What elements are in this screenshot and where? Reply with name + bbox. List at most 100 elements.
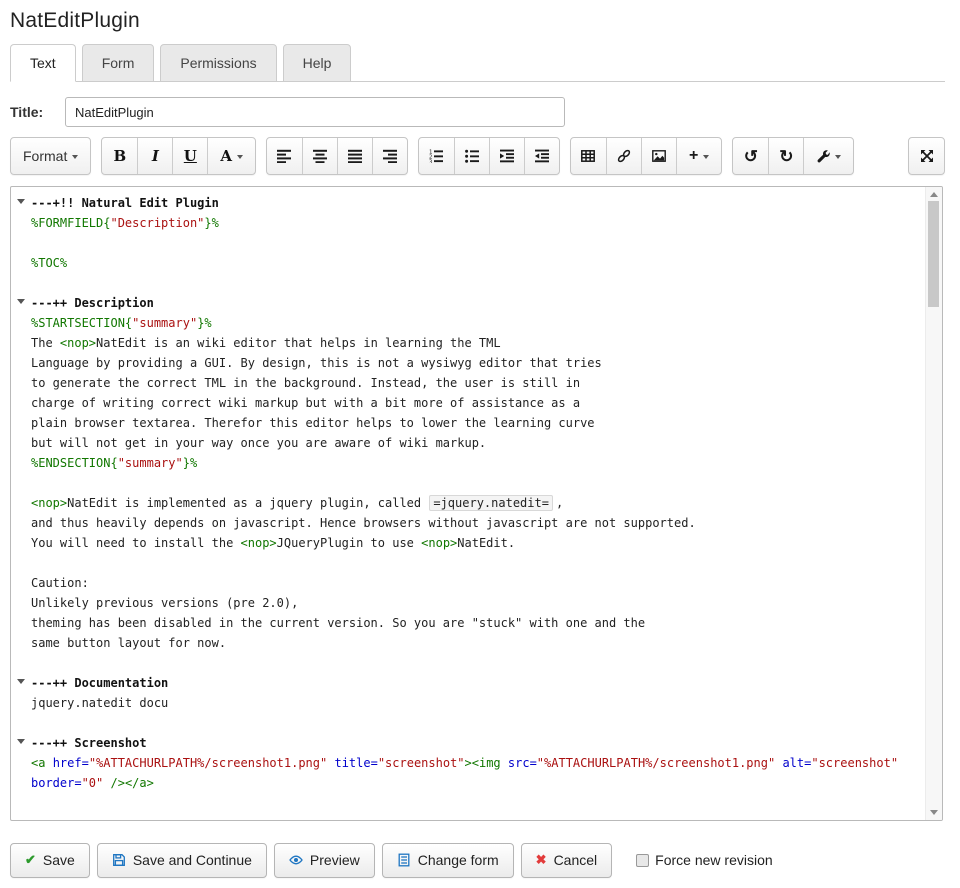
force-new-revision-checkbox[interactable]: [636, 854, 649, 867]
align-justify-button[interactable]: [337, 138, 372, 174]
align-right-button[interactable]: [372, 138, 407, 174]
save-label: Save: [43, 852, 75, 868]
insert-image-button[interactable]: [641, 138, 676, 174]
editor-line[interactable]: charge of writing correct wiki markup bu…: [31, 393, 925, 413]
cancel-button[interactable]: ✖ Cancel: [521, 843, 613, 878]
code-segment: NatEdit is an wiki editor that helps in …: [96, 336, 501, 350]
editor-line[interactable]: Unlikely previous versions (pre 2.0),: [31, 593, 925, 613]
ol-icon: 123: [429, 149, 443, 163]
editor-line[interactable]: [31, 553, 925, 573]
editor-line[interactable]: theming has been disabled in the current…: [31, 613, 925, 633]
tab-permissions[interactable]: Permissions: [160, 44, 276, 82]
editor-line[interactable]: %TOC%: [31, 253, 925, 273]
editor-line[interactable]: [31, 233, 925, 253]
editor-line[interactable]: border="0" /></a>: [31, 773, 925, 793]
editor-line[interactable]: ---++ Screenshot: [31, 733, 925, 753]
align-left-button[interactable]: [267, 138, 302, 174]
code-segment: <a: [31, 756, 53, 770]
fold-arrow-icon[interactable]: [17, 299, 25, 304]
code-segment: and thus heavily depends on javascript. …: [31, 516, 696, 530]
indent-button[interactable]: [489, 138, 524, 174]
editor-line[interactable]: <a href="%ATTACHURLPATH%/screenshot1.png…: [31, 753, 925, 773]
align-center-icon: [313, 149, 327, 163]
editor-line[interactable]: plain browser textarea. Therefor this ed…: [31, 413, 925, 433]
outdent-button[interactable]: [524, 138, 559, 174]
editor-line[interactable]: Language by providing a GUI. By design, …: [31, 353, 925, 373]
code-segment: "0": [82, 776, 104, 790]
code-segment: JQueryPlugin to use: [277, 536, 422, 550]
editor-line[interactable]: jquery.natedit docu: [31, 693, 925, 713]
insert-link-button[interactable]: [606, 138, 641, 174]
code-segment: =jquery.natedit=: [429, 495, 553, 511]
code-segment: same button layout for now.: [31, 636, 226, 650]
save-button[interactable]: ✔Save: [10, 843, 90, 878]
x-icon: ✖: [536, 852, 547, 868]
code-segment: %ENDSECTION{: [31, 456, 118, 470]
redo-button[interactable]: ↻: [768, 138, 803, 174]
format-dropdown-button[interactable]: Format: [11, 138, 90, 174]
tab-text[interactable]: Text: [10, 44, 76, 82]
image-icon: [652, 149, 666, 163]
undo-button[interactable]: ↺: [733, 138, 768, 174]
unordered-list-button[interactable]: [454, 138, 489, 174]
change-form-button[interactable]: Change form: [382, 843, 514, 878]
wiki-text-editor[interactable]: ---+!! Natural Edit Plugin %FORMFIELD{"De…: [10, 186, 943, 821]
editor-scrollbar[interactable]: [925, 187, 942, 820]
code-segment: ><img: [465, 756, 508, 770]
editor-line[interactable]: %STARTSECTION{"summary"}%: [31, 313, 925, 333]
fold-arrow-icon[interactable]: [17, 199, 25, 204]
preview-button[interactable]: Preview: [274, 843, 375, 878]
italic-button[interactable]: I: [137, 138, 172, 174]
title-input[interactable]: [65, 97, 565, 127]
editor-line[interactable]: %ENDSECTION{"summary"}%: [31, 453, 925, 473]
code-segment: Caution:: [31, 576, 89, 590]
fullscreen-button[interactable]: [909, 138, 944, 174]
cancel-label: Cancel: [554, 852, 598, 868]
code-segment: ---+!! Natural Edit Plugin: [31, 196, 219, 210]
insert-table-button[interactable]: [571, 138, 606, 174]
tab-help[interactable]: Help: [283, 44, 352, 82]
editor-line[interactable]: to generate the correct TML in the backg…: [31, 373, 925, 393]
editor-line[interactable]: <nop>NatEdit is implemented as a jquery …: [31, 493, 925, 513]
scrollbar-thumb[interactable]: [928, 201, 939, 307]
editor-line[interactable]: Caution:: [31, 573, 925, 593]
tools-button[interactable]: [803, 138, 853, 174]
fold-arrow-icon[interactable]: [17, 679, 25, 684]
code-segment: %TOC%: [31, 256, 67, 270]
editor-line[interactable]: ---++ Description: [31, 293, 925, 313]
code-segment: Language by providing a GUI. By design, …: [31, 356, 602, 370]
scrollbar-down-arrow-icon[interactable]: [930, 810, 938, 815]
ordered-list-button[interactable]: 123: [419, 138, 454, 174]
editor-line[interactable]: %FORMFIELD{"Description"}%: [31, 213, 925, 233]
code-segment: "screenshot": [378, 756, 465, 770]
editor-line[interactable]: [31, 273, 925, 293]
code-segment: [103, 776, 110, 790]
code-segment: ---++ Screenshot: [31, 736, 147, 750]
editor-line[interactable]: but will not get in your way once you ar…: [31, 433, 925, 453]
editor-line[interactable]: same button layout for now.: [31, 633, 925, 653]
editor-line[interactable]: The <nop>NatEdit is an wiki editor that …: [31, 333, 925, 353]
tab-form[interactable]: Form: [82, 44, 155, 82]
save-and-continue-button[interactable]: Save and Continue: [97, 843, 267, 878]
code-segment: "summary": [132, 316, 197, 330]
editor-line[interactable]: ---++ Documentation: [31, 673, 925, 693]
bold-button[interactable]: B: [102, 138, 137, 174]
insert-more-button[interactable]: +: [676, 138, 721, 174]
align-center-button[interactable]: [302, 138, 337, 174]
editor-line[interactable]: [31, 713, 925, 733]
font-style-button[interactable]: A: [207, 138, 255, 174]
editor-line[interactable]: ---+!! Natural Edit Plugin: [31, 193, 925, 213]
code-segment: <nop>: [421, 536, 457, 550]
editor-line[interactable]: [31, 653, 925, 673]
chevron-down-icon: [72, 155, 78, 159]
editor-line[interactable]: and thus heavily depends on javascript. …: [31, 513, 925, 533]
editor-line[interactable]: You will need to install the <nop>JQuery…: [31, 533, 925, 553]
scrollbar-up-arrow-icon[interactable]: [930, 192, 938, 197]
fold-arrow-icon[interactable]: [17, 739, 25, 744]
history-group: ↺↻: [732, 137, 854, 175]
fullscreen-group: [908, 137, 945, 175]
page-title: NatEditPlugin: [10, 9, 140, 33]
underline-button[interactable]: U: [172, 138, 207, 174]
editor-line[interactable]: [31, 473, 925, 493]
preview-label: Preview: [310, 852, 360, 868]
